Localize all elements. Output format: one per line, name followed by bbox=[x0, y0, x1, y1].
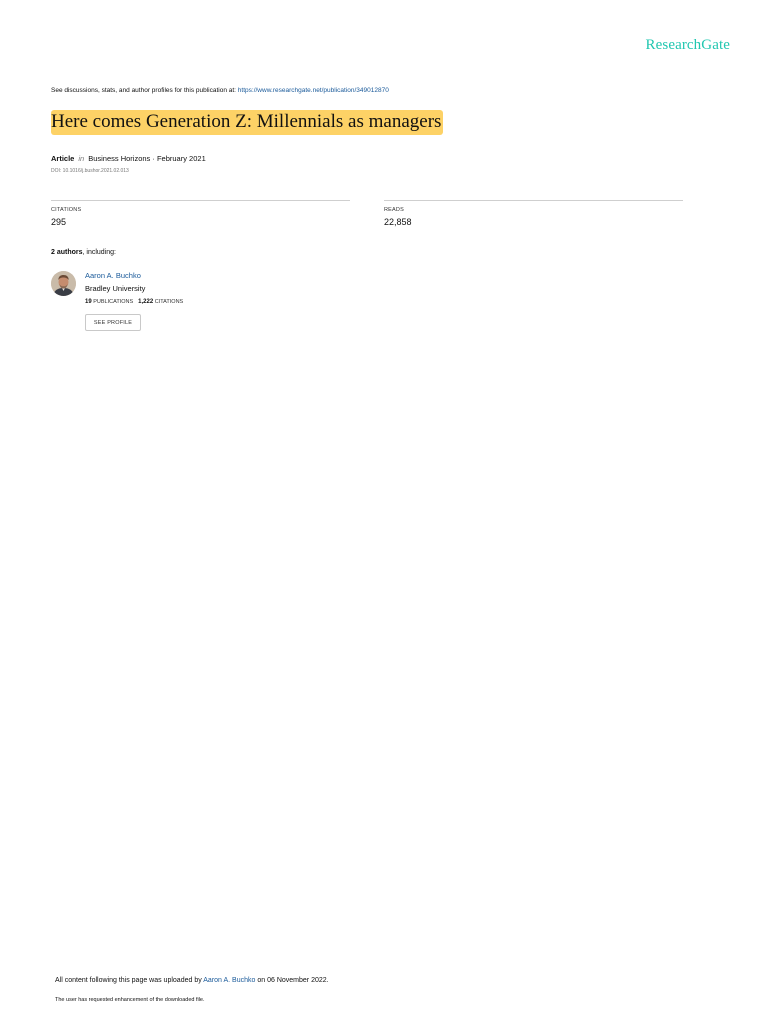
in-word: in bbox=[78, 154, 85, 163]
uploader-link[interactable]: Aaron A. Buchko bbox=[203, 977, 255, 984]
see-profile-button[interactable]: SEE PROFILE bbox=[85, 314, 141, 331]
publication-type: Article bbox=[51, 154, 75, 163]
publication-doi[interactable]: DOI: 10.1016/j.bushor.2021.02.013 bbox=[51, 168, 129, 174]
publication-meta: Article in Business Horizons · February 20… bbox=[51, 154, 206, 163]
reads-value: 22,858 bbox=[384, 217, 412, 227]
publication-title[interactable]: Here comes Generation Z: Millennials as … bbox=[51, 110, 444, 135]
author-name-link[interactable]: Aaron A. Buchko bbox=[85, 271, 141, 280]
footer-uploaded-note: All content following this page was uplo… bbox=[55, 977, 329, 984]
authors-suffix: , including: bbox=[82, 249, 116, 256]
journal-date[interactable]: Business Horizons · February 2021 bbox=[88, 154, 206, 163]
authors-count: 2 authors bbox=[51, 249, 83, 256]
uploaded-suffix: on 06 November 2022. bbox=[255, 977, 329, 984]
discussion-prefix: See discussions, stats, and author profi… bbox=[51, 87, 238, 94]
reads-stat: READS 22,858 bbox=[384, 200, 683, 227]
author-institution: Bradley University bbox=[85, 284, 146, 293]
citations-value: 295 bbox=[51, 217, 67, 227]
citations-stat: CITATIONS 295 bbox=[51, 200, 350, 227]
author-avatar[interactable] bbox=[51, 271, 76, 296]
citations-label: CITATIONS bbox=[51, 207, 82, 213]
discussion-line: See discussions, stats, and author profi… bbox=[51, 87, 389, 94]
reads-label: READS bbox=[384, 207, 404, 213]
author-citations-label: CITATIONS bbox=[154, 299, 184, 305]
author-citations-count: 1,222 bbox=[138, 299, 154, 305]
researchgate-logo[interactable]: ResearchGate bbox=[646, 37, 730, 54]
authors-heading: 2 authors, including: bbox=[51, 249, 116, 256]
publication-url-link[interactable]: https://www.researchgate.net/publication… bbox=[238, 87, 389, 94]
author-publications-label: PUBLICATIONS bbox=[93, 299, 134, 305]
footer-request-note: The user has requested enhancement of th… bbox=[55, 997, 205, 1003]
uploaded-prefix: All content following this page was uplo… bbox=[55, 977, 204, 984]
author-stats: 19 PUBLICATIONS 1,222 CITATIONS bbox=[85, 299, 183, 305]
author-publications-count: 19 bbox=[85, 299, 92, 305]
